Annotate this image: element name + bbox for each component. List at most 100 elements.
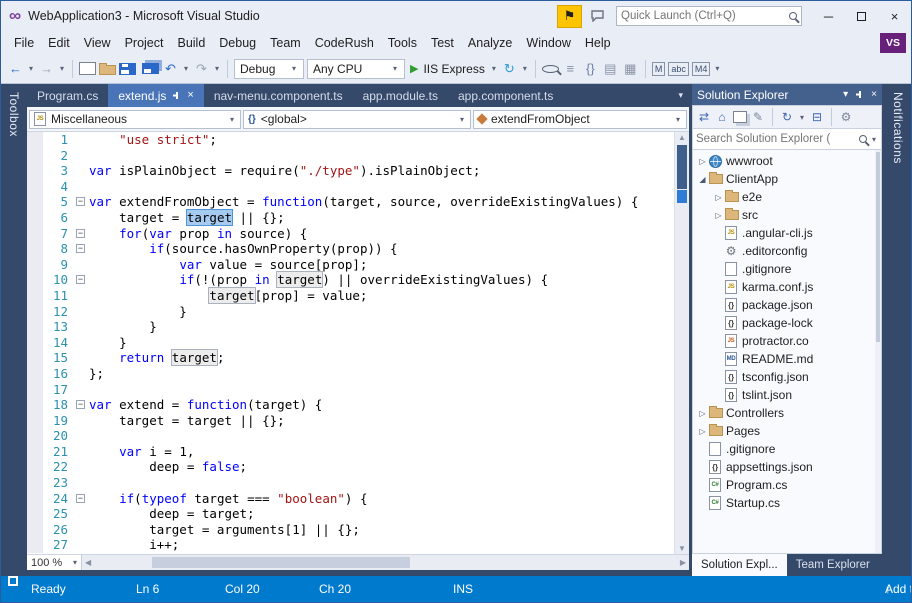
menu-item-help[interactable]: Help: [578, 31, 618, 54]
glyph-margin[interactable]: [27, 335, 43, 351]
fold-margin[interactable]: [73, 459, 89, 475]
expand-arrow-icon[interactable]: ▷: [696, 427, 709, 436]
fold-margin[interactable]: [73, 304, 89, 320]
code-text[interactable]: }: [89, 335, 674, 351]
menu-item-analyze[interactable]: Analyze: [461, 31, 519, 54]
minimize-button[interactable]: ─: [812, 1, 845, 31]
fold-margin[interactable]: [73, 148, 89, 164]
zoom-control[interactable]: 100 % ▾: [27, 555, 82, 570]
fold-margin[interactable]: [73, 366, 89, 382]
menu-item-tools[interactable]: Tools: [381, 31, 424, 54]
code-text[interactable]: return target;: [89, 350, 674, 366]
menu-item-project[interactable]: Project: [118, 31, 171, 54]
solution-configuration-combo[interactable]: Debug▾: [234, 59, 304, 79]
file-scope-dropdown[interactable]: Miscellaneous ▾: [29, 110, 241, 129]
pin-icon[interactable]: [855, 90, 864, 99]
fold-margin[interactable]: [73, 444, 89, 460]
background-tasks-icon[interactable]: [8, 576, 18, 586]
fold-margin[interactable]: [73, 194, 89, 210]
glyph-margin[interactable]: [27, 163, 43, 179]
collapse-toggle-icon[interactable]: [76, 244, 85, 253]
find-in-files-icon[interactable]: [542, 65, 559, 73]
expand-arrow-icon[interactable]: ▷: [696, 157, 709, 166]
code-text[interactable]: var extendFromObject = function(target, …: [89, 194, 674, 210]
fold-margin[interactable]: [73, 288, 89, 304]
redo-caret-icon[interactable]: ▾: [213, 64, 221, 73]
start-debugging-button[interactable]: ▶IIS Express: [408, 62, 487, 76]
braces-format-icon[interactable]: {}: [582, 61, 599, 76]
scroll-left-icon[interactable]: ◀: [85, 555, 91, 570]
fold-margin[interactable]: [73, 382, 89, 398]
glyph-margin[interactable]: [27, 319, 43, 335]
code-text[interactable]: }: [89, 319, 674, 335]
vertical-scrollbar-thumb[interactable]: [677, 145, 687, 189]
close-button[interactable]: ×: [878, 1, 911, 31]
code-text[interactable]: [89, 382, 674, 398]
collapse-toggle-icon[interactable]: [76, 494, 85, 503]
document-tab-Program.cs[interactable]: Program.cs: [27, 84, 108, 107]
glyph-margin[interactable]: [27, 382, 43, 398]
notifications-flag-button[interactable]: ⚑: [557, 5, 582, 28]
expand-arrow-icon[interactable]: ▷: [712, 193, 725, 202]
scroll-up-icon[interactable]: ▲: [675, 133, 689, 142]
glyph-margin[interactable]: [27, 428, 43, 444]
refresh-caret-icon[interactable]: ▾: [798, 113, 806, 122]
tool-tab-solution-expl---[interactable]: Solution Expl...: [692, 554, 787, 576]
list-members-icon[interactable]: ▤: [602, 61, 619, 77]
code-text[interactable]: };: [89, 366, 674, 382]
m4-tool-icon[interactable]: M4: [692, 62, 711, 76]
document-outline-icon[interactable]: ≡: [562, 61, 579, 76]
scroll-right-icon[interactable]: ▶: [680, 555, 686, 570]
editor-horizontal-scrollbar[interactable]: ◀ ▶: [82, 555, 689, 570]
code-text[interactable]: deep = false;: [89, 459, 674, 475]
document-tab-nav-menu.component.ts[interactable]: nav-menu.component.ts: [204, 84, 353, 107]
code-text[interactable]: if(!(prop in target) || overrideExisting…: [89, 272, 674, 288]
code-editor[interactable]: 1 "use strict";23var isPlainObject = req…: [27, 132, 689, 554]
collapse-toggle-icon[interactable]: [76, 229, 85, 238]
tree-item-.gitignore[interactable]: .gitignore: [693, 260, 881, 278]
navigate-forward-icon[interactable]: →: [38, 61, 55, 76]
glyph-margin[interactable]: [27, 506, 43, 522]
fold-margin[interactable]: [73, 226, 89, 242]
refresh-browser-caret-icon[interactable]: ▾: [521, 64, 529, 73]
glyph-margin[interactable]: [27, 304, 43, 320]
document-tab-extend.js[interactable]: extend.js×: [108, 84, 203, 107]
maximize-button[interactable]: [845, 1, 878, 31]
tree-item-Pages[interactable]: ▷Pages: [693, 422, 881, 440]
refresh-browser-icon[interactable]: ↻: [501, 61, 518, 77]
collapse-toggle-icon[interactable]: [76, 400, 85, 409]
redo-icon[interactable]: ↷: [193, 61, 210, 77]
fold-margin[interactable]: [73, 428, 89, 444]
collapse-toggle-icon[interactable]: [76, 197, 85, 206]
code-text[interactable]: [89, 475, 674, 491]
undo-caret-icon[interactable]: ▾: [182, 64, 190, 73]
tree-item-README.md[interactable]: README.md: [693, 350, 881, 368]
navigate-back-caret-icon[interactable]: ▾: [27, 64, 35, 73]
document-tab-app.component.ts[interactable]: app.component.ts: [448, 84, 563, 107]
scroll-down-icon[interactable]: ▼: [675, 544, 689, 553]
tool-tab-team-explorer[interactable]: Team Explorer: [787, 554, 879, 576]
tree-item-Program.cs[interactable]: Program.cs: [693, 476, 881, 494]
fold-margin[interactable]: [73, 272, 89, 288]
home-icon[interactable]: ⌂: [715, 110, 729, 124]
tree-item-ClientApp[interactable]: ◢ClientApp: [693, 170, 881, 188]
properties-icon[interactable]: ⚙: [839, 110, 853, 124]
glyph-margin[interactable]: [27, 537, 43, 553]
menu-item-debug[interactable]: Debug: [212, 31, 263, 54]
code-text[interactable]: [89, 148, 674, 164]
glyph-margin[interactable]: [27, 132, 43, 148]
code-text[interactable]: target[prop] = value;: [89, 288, 674, 304]
toolbox-side-tab[interactable]: Toolbox: [1, 84, 27, 576]
expand-arrow-icon[interactable]: ▷: [696, 409, 709, 418]
tree-item-tsconfig.json[interactable]: tsconfig.json: [693, 368, 881, 386]
fold-margin[interactable]: [73, 522, 89, 538]
markdown-tool-icon[interactable]: M: [652, 62, 666, 76]
solution-explorer-header[interactable]: Solution Explorer ▾ ×: [692, 84, 882, 105]
code-text[interactable]: var value = source[prop];: [89, 257, 674, 273]
fold-margin[interactable]: [73, 132, 89, 148]
feedback-icon[interactable]: [586, 5, 608, 27]
document-tab-app.module.ts[interactable]: app.module.ts: [353, 84, 448, 107]
tree-item-src[interactable]: ▷src: [693, 206, 881, 224]
code-text[interactable]: if(typeof target === "boolean") {: [89, 491, 674, 507]
tree-item-tslint.json[interactable]: tslint.json: [693, 386, 881, 404]
